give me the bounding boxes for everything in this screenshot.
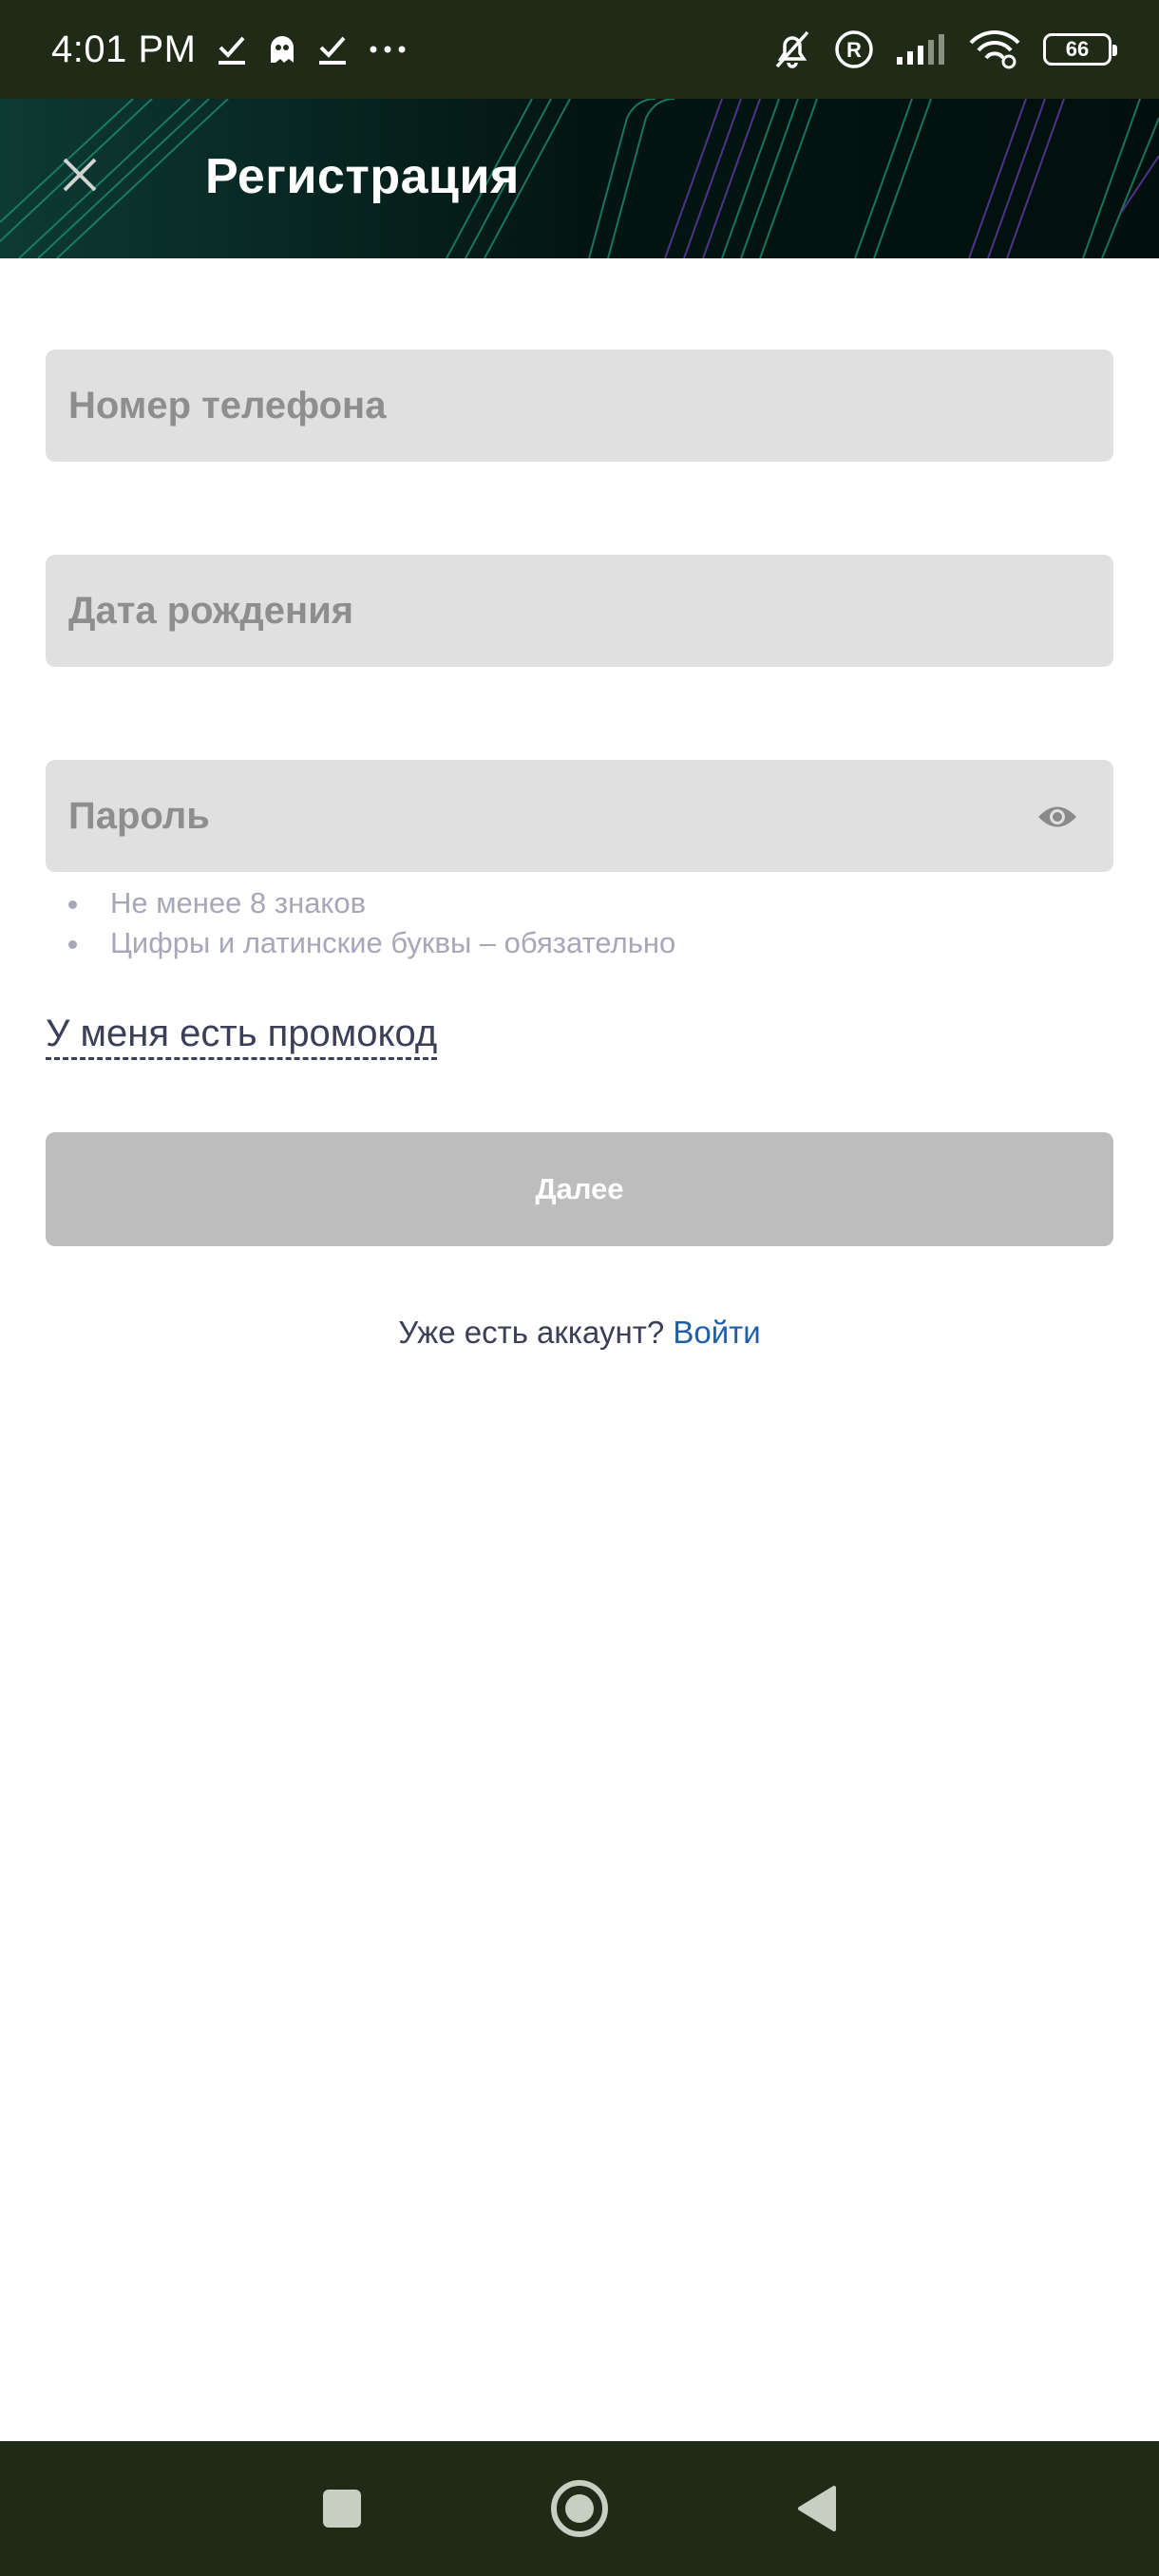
password-input[interactable] (46, 760, 1113, 872)
next-button[interactable]: Далее (46, 1132, 1113, 1246)
signal-icon (895, 30, 946, 68)
eye-icon (1038, 806, 1076, 827)
login-link[interactable]: Войти (673, 1315, 760, 1350)
birthdate-field[interactable] (46, 555, 1113, 667)
system-nav-bar (0, 2441, 1159, 2576)
have-account-text: Уже есть аккаунт? (398, 1315, 665, 1350)
app-header: Регистрация (0, 99, 1159, 258)
header-decoration (0, 99, 1159, 258)
status-right: R 66 (771, 30, 1117, 69)
password-visibility-toggle[interactable] (1036, 795, 1079, 839)
back-triangle-icon (798, 2486, 836, 2531)
download-check-icon (317, 30, 348, 68)
hint-min-length: Не менее 8 знаков (65, 883, 675, 923)
close-button[interactable] (51, 146, 108, 203)
back-button[interactable] (796, 2485, 838, 2532)
birthdate-input[interactable] (46, 555, 1113, 667)
login-row: Уже есть аккаунт? Войти (0, 1315, 1159, 1351)
status-bar: 4:01 PM R 66 (0, 0, 1159, 99)
hint-characters: Цифры и латинские буквы – обязательно (65, 923, 675, 963)
home-circle-icon (551, 2480, 608, 2537)
ghost-icon (268, 30, 296, 68)
recents-square-icon (323, 2490, 361, 2528)
page-title: Регистрация (205, 149, 520, 204)
home-button[interactable] (549, 2478, 610, 2539)
svg-text:R: R (846, 38, 862, 62)
password-hints: Не менее 8 знаков Цифры и латинские букв… (65, 883, 675, 963)
muted-bell-icon (771, 30, 813, 68)
wifi-icon (967, 30, 1022, 69)
promo-code-link[interactable]: У меня есть промокод (46, 1013, 438, 1060)
password-field[interactable] (46, 760, 1113, 872)
close-icon (63, 158, 97, 192)
more-dots-icon (369, 30, 407, 68)
phone-input[interactable] (46, 350, 1113, 462)
status-time: 4:01 PM (51, 28, 197, 70)
status-left: 4:01 PM (51, 28, 407, 71)
phone-field[interactable] (46, 350, 1113, 462)
registered-icon: R (834, 30, 874, 68)
download-check-icon (217, 30, 247, 68)
battery-icon: 66 (1043, 33, 1117, 66)
recents-button[interactable] (321, 2488, 363, 2529)
